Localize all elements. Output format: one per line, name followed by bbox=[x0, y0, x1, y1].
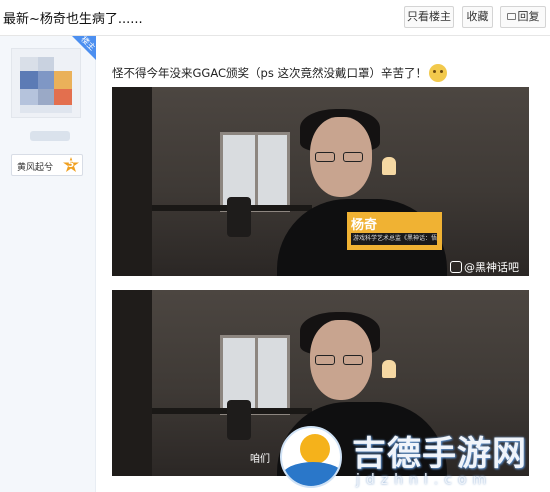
image-wall bbox=[112, 87, 152, 276]
name-tag-name: 杨奇 bbox=[351, 218, 378, 233]
glasses-lens bbox=[343, 355, 363, 365]
video-subtitle: 咱们 bbox=[250, 454, 270, 465]
author-panel: 楼主 黄风起兮 5 bbox=[0, 35, 97, 492]
site-logo-icon bbox=[280, 426, 342, 488]
glasses-lens bbox=[343, 152, 363, 162]
avatar-pixel bbox=[20, 105, 72, 113]
emoji-sweat-icon bbox=[428, 64, 447, 82]
avatar-pixel bbox=[38, 57, 54, 71]
site-watermark-name: 吉德手游网 bbox=[352, 434, 527, 474]
glasses-lens bbox=[315, 355, 335, 365]
logo-wave bbox=[282, 462, 340, 486]
avatar-pixel bbox=[38, 71, 54, 89]
image-watermark: @黑神话吧 bbox=[450, 259, 519, 275]
avatar-pixel bbox=[38, 89, 54, 105]
thread-header: 最新~杨奇也生病了...... 只看楼主 收藏 回复 bbox=[0, 0, 550, 36]
glasses-lens bbox=[315, 152, 335, 162]
post-image-1[interactable]: 杨奇 游戏科学艺术总监《黑神话：悟空》美术总监 @黑神话吧 bbox=[112, 87, 529, 276]
thread-title: 最新~杨奇也生病了...... bbox=[3, 12, 143, 27]
username-blurred[interactable] bbox=[30, 131, 70, 141]
avatar[interactable] bbox=[11, 48, 81, 118]
logo-sun bbox=[300, 434, 330, 464]
favorite-button[interactable]: 收藏 bbox=[462, 6, 493, 28]
level-badge[interactable]: 黄风起兮 5 bbox=[11, 154, 83, 176]
image-wall bbox=[112, 290, 152, 476]
avatar-pixel bbox=[20, 71, 38, 89]
level-number: 5 bbox=[67, 160, 75, 170]
image-chair bbox=[227, 197, 251, 237]
level-name: 黄风起兮 bbox=[17, 163, 54, 173]
site-watermark: 吉德手游网 jdzhnl.com bbox=[270, 420, 550, 492]
image-lamp bbox=[382, 157, 396, 175]
reply-label: 回复 bbox=[517, 10, 540, 23]
image-watermark-text: @黑神话吧 bbox=[464, 261, 519, 274]
post-body: 怪不得今年没来GGAC颁奖（ps 这次竟然没戴口罩）辛苦了！ bbox=[112, 66, 427, 80]
name-tag: 杨奇 游戏科学艺术总监《黑神话：悟空》美术总监 bbox=[347, 212, 442, 250]
level-number-wrap: 5 bbox=[63, 157, 79, 173]
image-lamp bbox=[382, 360, 396, 378]
avatar-pixel bbox=[20, 89, 38, 105]
avatar-pixel bbox=[54, 89, 72, 105]
name-tag-subtitle: 游戏科学艺术总监《黑神话：悟空》美术总监 bbox=[351, 233, 437, 245]
tieba-icon bbox=[450, 261, 462, 273]
avatar-pixel bbox=[54, 71, 72, 89]
reply-icon bbox=[506, 13, 516, 20]
only-op-button[interactable]: 只看楼主 bbox=[404, 6, 454, 28]
site-watermark-url: jdzhnl.com bbox=[356, 472, 493, 488]
reply-button[interactable]: 回复 bbox=[500, 6, 546, 28]
avatar-pixel bbox=[20, 57, 38, 71]
image-person-glasses bbox=[315, 355, 367, 365]
post-text: 怪不得今年没来GGAC颁奖（ps 这次竟然没戴口罩）辛苦了！ bbox=[112, 64, 447, 82]
image-chair bbox=[227, 400, 251, 440]
image-person-glasses bbox=[315, 152, 367, 162]
